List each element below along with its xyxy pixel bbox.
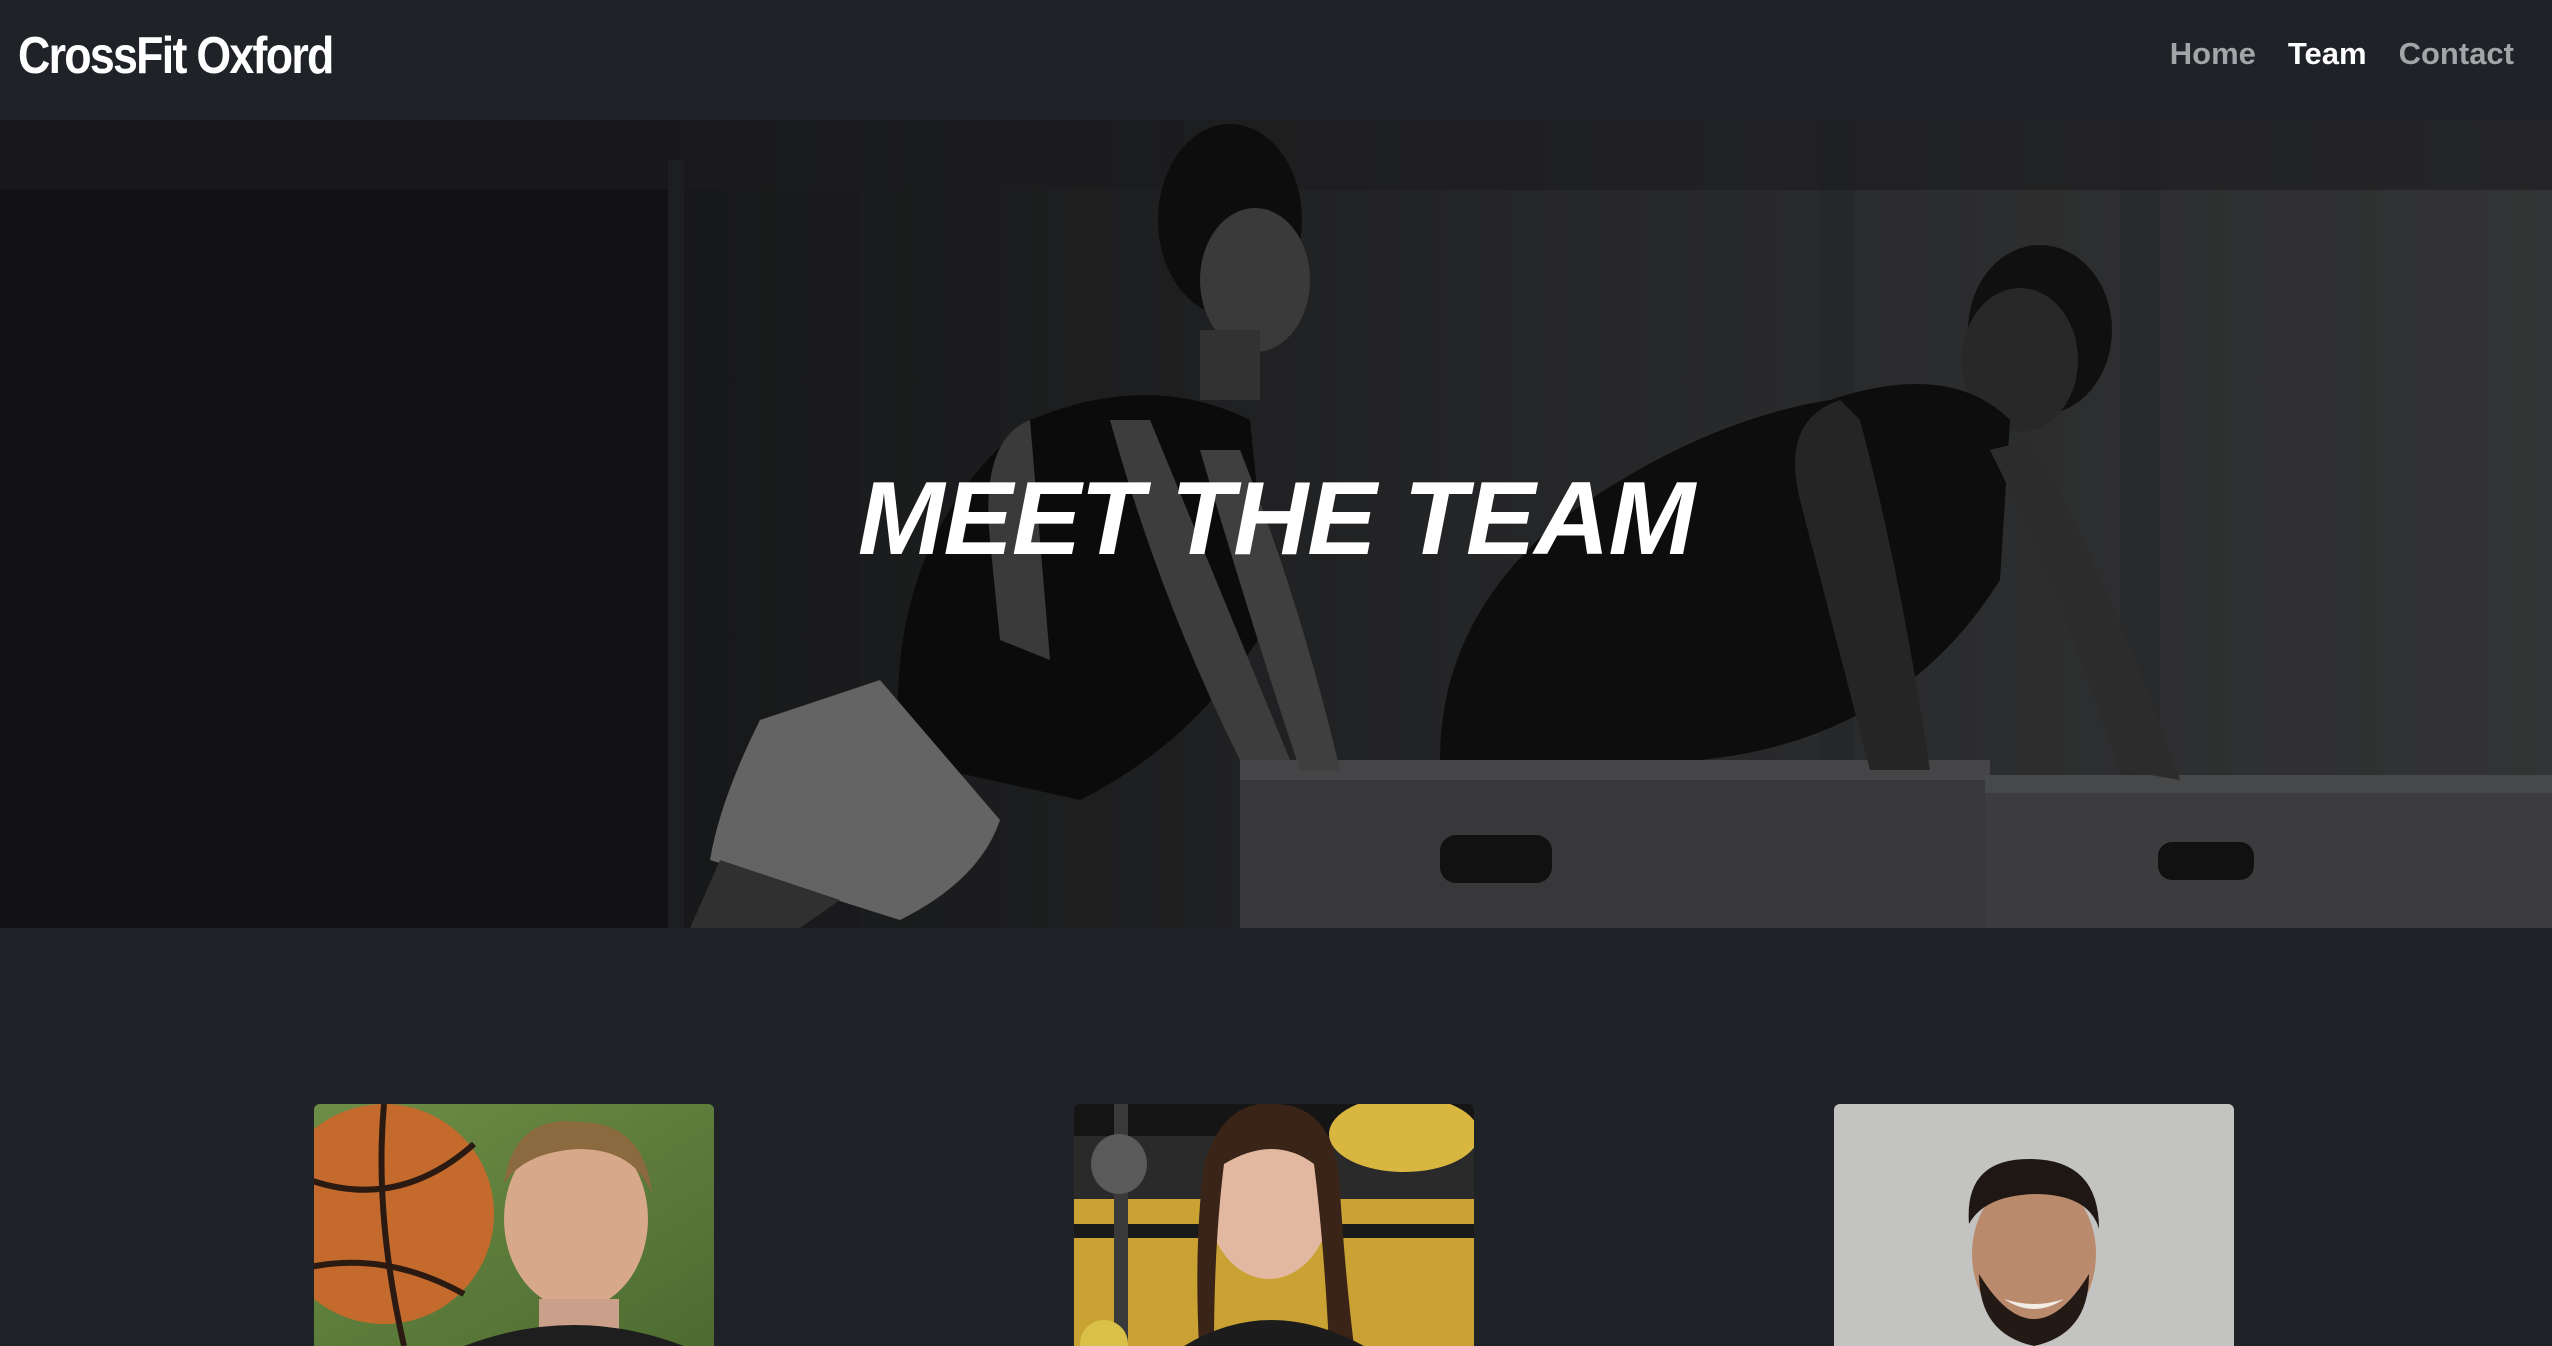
hero-title: MEET THE TEAM [857, 461, 1695, 577]
navbar: CrossFit Oxford Home Team Contact [0, 0, 2552, 120]
nav-home-link[interactable]: Home [2170, 36, 2256, 72]
team-member-card[interactable] [1834, 1104, 2234, 1346]
woman-in-gym-photo [1074, 1104, 1474, 1346]
smiling-man-photo [1834, 1104, 2234, 1346]
man-with-basketball-photo [314, 1104, 714, 1346]
team-section [0, 1104, 2552, 1346]
hero-banner: MEET THE TEAM [0, 120, 2552, 928]
nav-team-link[interactable]: Team [2288, 36, 2367, 72]
main-nav: Home Team Contact [2170, 36, 2514, 72]
team-member-card[interactable] [1074, 1104, 1474, 1346]
team-member-card[interactable] [314, 1104, 714, 1346]
nav-contact-link[interactable]: Contact [2399, 36, 2514, 72]
brand-logo[interactable]: CrossFit Oxford [18, 26, 334, 86]
page: CrossFit Oxford Home Team Contact MEET T… [0, 0, 2552, 1346]
